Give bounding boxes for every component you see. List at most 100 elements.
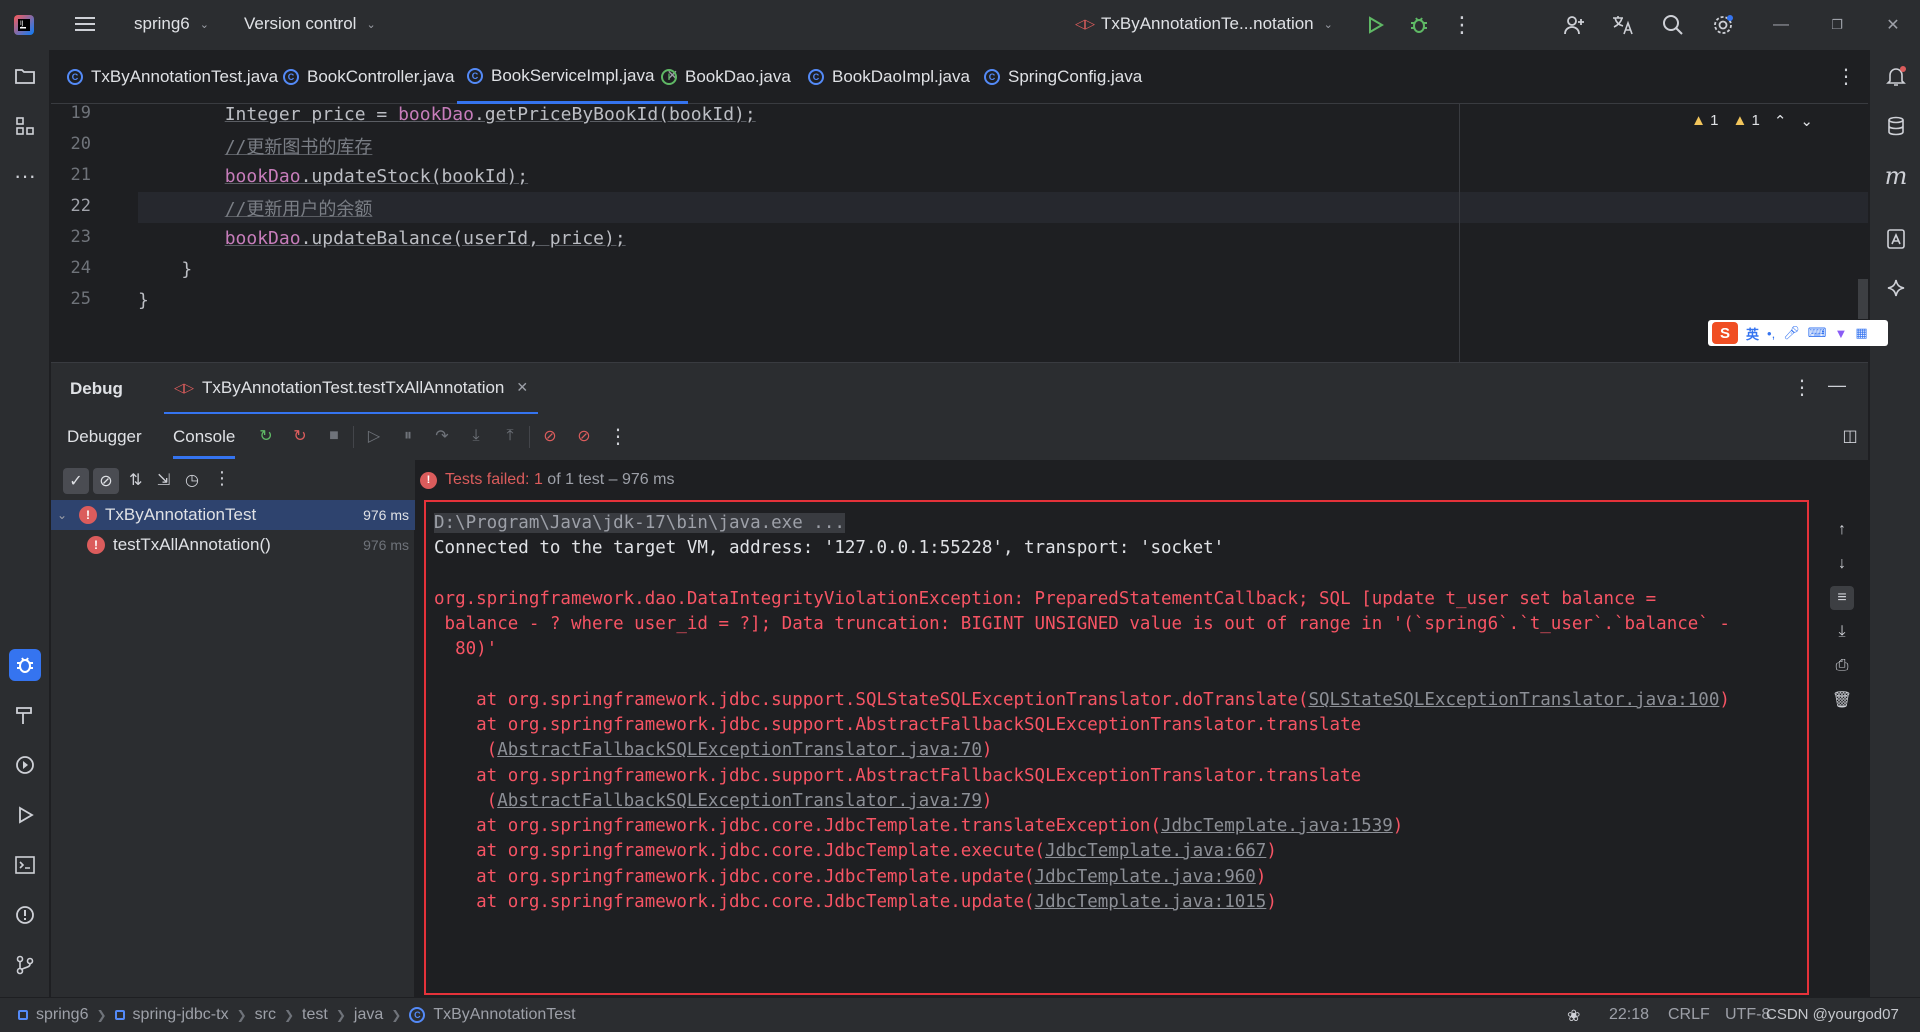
terminal-tool-button[interactable] [9,849,41,881]
breadcrumb-item[interactable]: java [354,1006,383,1024]
breadcrumb-item[interactable]: src [255,1006,276,1024]
microphone-icon[interactable]: 🎤︎ [1783,325,1800,341]
layout-settings-button[interactable]: ◫ [1839,425,1861,447]
breadcrumb-item[interactable]: TxByAnnotationTest [433,1006,575,1024]
run-config-selector[interactable]: ◁▷ TxByAnnotationTe...notation ⌄ [1075,14,1333,34]
tab-debugger[interactable]: Debugger [67,427,142,447]
run-button[interactable] [1362,12,1388,38]
maven-tool-button[interactable]: m [1880,160,1912,192]
tab-console[interactable]: Console [173,427,236,459]
file-encoding[interactable]: UTF-8 [1725,1006,1770,1024]
tab-actions-button[interactable]: ⋮ [1836,64,1856,89]
editor-scrollbar[interactable] [1858,279,1868,319]
tab-bookdaoimpl[interactable]: C BookDaoImpl.java [798,50,980,104]
more-tools-button[interactable]: ··· [9,160,41,192]
source-link[interactable]: JdbcTemplate.java:1015 [1035,892,1267,912]
main-menu-icon[interactable] [74,14,96,34]
grid-icon[interactable]: ▦ [1855,325,1867,341]
test-history-button[interactable]: ◷ [185,470,199,490]
project-selector[interactable]: spring6 ⌄ [134,14,209,34]
resume-button[interactable]: ▷ [363,425,385,447]
inspection-widget[interactable]: ▲ 1 ▲ 1 ⌃ ⌄ [1691,112,1813,130]
restore-button[interactable]: ❐ [1824,12,1850,38]
chevron-up-icon[interactable]: ⌃ [1774,112,1787,130]
search-everywhere-button[interactable] [1660,12,1686,38]
step-over-button[interactable]: ↷ [431,425,453,447]
rerun-failed-button[interactable]: ↻ [289,425,311,447]
source-link[interactable]: JdbcTemplate.java:1539 [1161,816,1393,836]
source-link[interactable]: AbstractFallbackSQLExceptionTranslator.j… [497,740,982,760]
ime-lang-icon[interactable]: 英 [1746,324,1759,343]
collapse-all-button[interactable]: ⇲ [157,470,170,490]
source-link[interactable]: JdbcTemplate.java:960 [1035,867,1256,887]
stop-button[interactable]: ■ [323,425,345,447]
caret-position[interactable]: 22:18 [1609,1006,1649,1024]
ime-punct-icon[interactable]: •, [1767,326,1775,341]
vcs-selector[interactable]: Version control ⌄ [244,14,376,34]
view-breakpoints-button[interactable]: ⊘ [539,425,561,447]
ai-status-button[interactable]: ❀ [1567,1006,1580,1026]
mute-breakpoints-button[interactable]: ⊘ [573,425,595,447]
ai-assistant-button[interactable] [1880,273,1912,305]
code-with-me-button[interactable] [1561,12,1587,38]
line-separator[interactable]: CRLF [1668,1006,1710,1024]
breadcrumb-item[interactable]: spring6 [36,1006,88,1024]
settings-button[interactable] [1710,12,1736,38]
source-link[interactable]: SQLStateSQLExceptionTranslator.java:100 [1308,690,1719,710]
debug-options-button[interactable]: ⋮ [1792,375,1812,400]
tab-bookdao[interactable]: I BookDao.java [651,50,801,104]
more-actions-button[interactable]: ⋮ [1449,12,1475,38]
tab-bookcontroller[interactable]: C BookController.java [273,50,464,104]
services-tool-button[interactable] [9,749,41,781]
tab-txbyannotationtest[interactable]: C TxByAnnotationTest.java [57,50,288,104]
show-passed-toggle[interactable]: ✓ [63,468,89,494]
tree-row-test-method[interactable]: ! testTxAllAnnotation() 976 ms [51,530,415,560]
chevron-down-icon[interactable]: ⌄ [57,508,73,522]
close-tab-icon[interactable]: ✕ [516,379,528,396]
show-ignored-toggle[interactable]: ⊘ [93,468,119,494]
skin-icon[interactable]: ▼ [1834,326,1847,341]
structure-tool-button[interactable] [9,110,41,142]
source-link[interactable]: JdbcTemplate.java:667 [1045,841,1266,861]
step-into-button[interactable]: ⤓ [465,425,487,447]
database-tool-button[interactable] [1880,110,1912,142]
project-tool-button[interactable] [9,60,41,92]
console-output[interactable]: D:\Program\Java\jdk-17\bin\java.exe ... … [416,500,1822,997]
tree-row-test-class[interactable]: ⌄ ! TxByAnnotationTest 976 ms [51,500,415,530]
tab-springconfig[interactable]: C SpringConfig.java [974,50,1152,104]
clear-all-button[interactable]: 🗑︎ [1830,688,1854,712]
hide-panel-button[interactable]: — [1828,375,1846,396]
scroll-up-button[interactable]: ↑ [1830,518,1854,542]
debug-tool-button[interactable] [9,649,41,681]
close-window-button[interactable]: ✕ [1880,12,1906,38]
run-tool-button[interactable] [9,799,41,831]
more-debug-actions-button[interactable]: ⋮ [607,425,629,448]
ime-toolbar[interactable]: S 英 •, 🎤︎ ⌨ ▼ ▦ [1708,320,1888,346]
code-editor[interactable]: 19 20 21 22 23 24 25 Integer price = boo… [51,104,1868,362]
intellij-logo-icon[interactable]: IJ [12,13,36,37]
minimize-button[interactable]: — [1768,12,1794,38]
rerun-button[interactable]: ↻ [255,425,277,447]
scroll-to-end-button[interactable]: ⤓ [1830,620,1854,644]
breadcrumb-item[interactable]: test [302,1006,328,1024]
git-tool-button[interactable] [9,949,41,981]
build-tool-button[interactable] [9,699,41,731]
breadcrumb-item[interactable]: spring-jdbc-tx [133,1006,229,1024]
translate-button[interactable] [1610,12,1636,38]
ai-assistant-doc-button[interactable] [1880,223,1912,255]
problems-tool-button[interactable] [9,899,41,931]
debug-session-tab[interactable]: ◁▷ TxByAnnotationTest.testTxAllAnnotatio… [164,363,539,415]
pause-button[interactable]: ⏸︎ [397,425,419,447]
print-button[interactable]: ⎙ [1830,654,1854,678]
debug-button[interactable] [1406,12,1432,38]
scroll-down-button[interactable]: ↓ [1830,552,1854,576]
source-link[interactable]: AbstractFallbackSQLExceptionTranslator.j… [497,791,982,811]
tree-more-button[interactable]: ⋮ [213,468,231,489]
notifications-button[interactable] [1880,60,1912,92]
keyboard-icon[interactable]: ⌨ [1808,325,1827,341]
sort-button[interactable]: ⇅ [129,470,142,490]
soft-wrap-button[interactable]: ≡ [1830,586,1854,610]
chevron-down-icon[interactable]: ⌄ [1800,112,1813,130]
step-out-button[interactable]: ⤒ [499,425,521,447]
run-icon [19,806,34,824]
